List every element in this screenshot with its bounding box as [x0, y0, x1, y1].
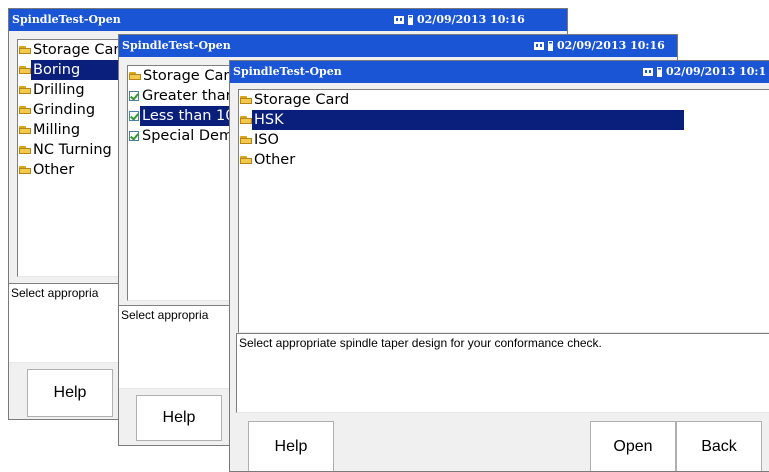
check-icon	[129, 91, 139, 101]
window-title: SpindleTest-Open	[122, 39, 231, 52]
back-button-label: Back	[701, 438, 737, 455]
title-bar: SpindleTest-Open 02/09/2013 10:16	[119, 35, 677, 57]
folder-icon	[240, 135, 252, 145]
open-button[interactable]: Open	[590, 421, 676, 471]
description-text: Select appropriate spindle taper design …	[239, 336, 602, 350]
tree-item-label: Special Dem	[142, 128, 234, 144]
tree-item-label: Storage Car	[143, 68, 230, 84]
tree-item-label: Drilling	[33, 82, 85, 98]
folder-icon	[129, 71, 141, 81]
check-icon	[129, 131, 139, 141]
folder-icon	[240, 155, 252, 165]
title-bar: SpindleTest-Open 02/09/2013 10:16	[9, 9, 567, 31]
folder-icon	[19, 125, 31, 135]
folder-icon	[19, 85, 31, 95]
tree-item-label: Other	[254, 152, 296, 168]
tree-item[interactable]: ISO	[239, 130, 769, 150]
help-button[interactable]: Help	[136, 395, 222, 441]
datetime: 02/09/2013 10:1	[666, 65, 767, 78]
tree-item-label: NC Turning	[33, 142, 112, 158]
tree-item[interactable]: HSK	[239, 110, 769, 130]
check-icon	[129, 111, 139, 121]
title-bar: SpindleTest-Open 02/09/2013 10:1	[230, 61, 769, 83]
tree-item-label: Grinding	[33, 102, 96, 118]
battery-icon	[548, 41, 553, 51]
datetime: 02/09/2013 10:16	[417, 13, 525, 26]
keyboard-icon[interactable]	[643, 68, 653, 76]
tree-item-label: Milling	[33, 122, 81, 138]
help-button-label: Help	[274, 438, 308, 455]
folder-list[interactable]: Storage Card HSK ISO Other	[238, 89, 769, 333]
tree-item-label: Other	[33, 162, 75, 178]
status-area: 02/09/2013 10:16	[394, 9, 525, 31]
tree-item-label: Storage Card	[254, 92, 350, 108]
help-button[interactable]: Help	[27, 369, 113, 417]
tree-item[interactable]: Storage Card	[239, 90, 769, 110]
tree-item-label: Storage Card	[33, 42, 129, 58]
folder-icon	[19, 105, 31, 115]
tree-item-label: ISO	[254, 132, 279, 148]
window-title: SpindleTest-Open	[233, 65, 342, 78]
folder-icon	[19, 45, 31, 55]
help-button[interactable]: Help	[248, 421, 334, 471]
window-title: SpindleTest-Open	[12, 13, 121, 26]
folder-icon	[19, 145, 31, 155]
back-button[interactable]: Back	[676, 421, 762, 471]
folder-icon	[19, 165, 31, 175]
battery-icon	[657, 67, 662, 77]
status-area: 02/09/2013 10:16	[534, 35, 665, 57]
window-3: SpindleTest-Open 02/09/2013 10:1 Storage…	[229, 60, 769, 472]
help-button-label: Help	[162, 409, 196, 426]
folder-icon	[19, 65, 31, 75]
folder-icon	[240, 95, 252, 105]
tree-item[interactable]: Other	[239, 150, 769, 170]
help-button-label: Help	[53, 384, 87, 401]
battery-icon	[408, 15, 413, 25]
tree-item-label: Greater thar	[142, 88, 232, 104]
tree-list: Storage Card HSK ISO Other	[239, 90, 769, 170]
datetime: 02/09/2013 10:16	[557, 39, 665, 52]
keyboard-icon[interactable]	[394, 16, 404, 24]
description-box: Select appropriate spindle taper design …	[236, 333, 769, 413]
tree-item-label: HSK	[252, 110, 684, 130]
keyboard-icon[interactable]	[534, 42, 544, 50]
open-button-label: Open	[613, 438, 653, 455]
status-area: 02/09/2013 10:1	[643, 61, 766, 83]
folder-icon	[240, 115, 252, 125]
